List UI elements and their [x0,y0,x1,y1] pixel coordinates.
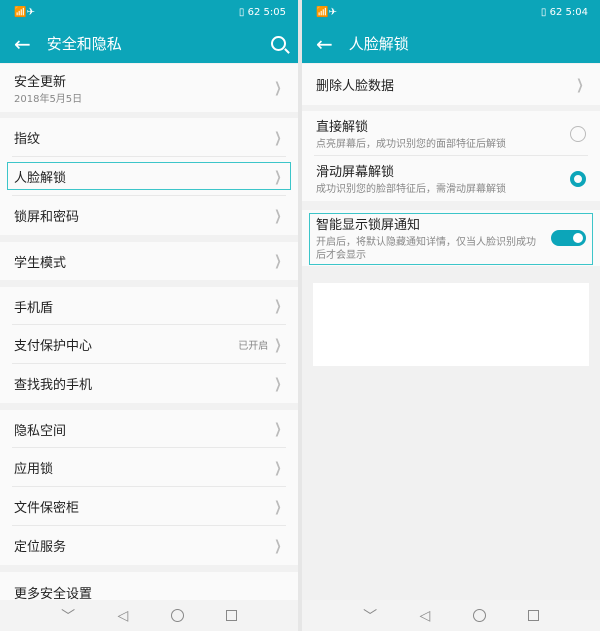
clock: 5:05 [263,6,286,18]
item-label: 文件保密柜 [14,501,80,516]
collapse-icon[interactable]: ﹀ [61,606,75,626]
back-arrow-icon[interactable]: ← [316,34,333,54]
chevron-right-icon: ❯ [274,498,282,515]
focus-highlight [309,213,593,265]
recents-icon[interactable] [225,610,237,621]
chevron-right-icon: ❯ [274,421,282,437]
list-item[interactable]: 支付保护中心 已开启 ❯ [0,325,298,364]
item-label: 滑动屏幕解锁 [316,165,395,180]
chevron-right-icon: ❯ [274,298,282,314]
back-nav-icon[interactable]: ◁ [117,608,128,624]
item-value: 已开启 [238,341,269,352]
chevron-right-icon: ❯ [274,253,282,269]
item-label: 指纹 [14,132,41,147]
item-label: 删除人脸数据 [316,79,395,94]
nav-bar: ﹀ ◁ [302,600,600,631]
vibrate-icon: ▯ [540,6,550,18]
chevron-right-icon: ❯ [274,336,282,353]
list-item[interactable]: 查找我的手机 ❯ [0,364,298,403]
nav-bar: ﹀ ◁ [0,600,298,631]
radio-button[interactable] [570,125,586,142]
recents-icon[interactable] [527,610,539,621]
page-title: 人脸解锁 [348,35,409,53]
status-bar: 📶✈ ▯ 62 5:05 [14,4,286,20]
list-item[interactable]: 锁屏和密码 ❯ [0,196,298,235]
wifi-icon: 📶✈ [14,6,35,18]
home-icon[interactable] [472,609,486,622]
radio-button-selected[interactable] [570,170,586,187]
item-sub: 点亮屏幕后，成功识别您的面部特征后解锁 [316,139,506,150]
list-item[interactable]: 定位服务 ❯ [0,526,298,565]
back-nav-icon[interactable]: ◁ [419,608,430,624]
security-privacy-screen: 📶✈ ▯ 62 5:05 ← 安全和隐私 安全更新 2018年5月5日 ❯ 指纹 ❯ 人脸解锁… [0,0,298,631]
list-item[interactable]: 应用锁 ❯ [0,448,298,487]
focus-highlight [7,162,291,190]
delete-face-data[interactable]: 删除人脸数据 ❯ [302,64,600,105]
vibrate-icon: ▯ [238,6,248,18]
app-bar: 📶✈ ▯ 62 5:05 ← 安全和隐私 [0,0,298,63]
item-label: 学生模式 [14,255,67,271]
item-label: 支付保护中心 [14,339,93,354]
chevron-right-icon: ❯ [274,207,282,224]
item-sub: 成功识别您的脸部特征后，需滑动屏幕解锁 [316,184,506,195]
list-item[interactable]: 指纹 ❯ [0,118,298,157]
item-label: 锁屏和密码 [14,210,80,225]
battery-level: 62 [549,6,563,18]
chevron-right-icon: ❯ [274,80,282,96]
wifi-icon: 📶✈ [316,6,337,18]
status-bar: 📶✈ ▯ 62 5:04 [316,4,588,20]
option-direct-unlock[interactable]: 直接解锁点亮屏幕后，成功识别您的面部特征后解锁 [302,111,600,156]
list-item[interactable]: 手机盾 ❯ [0,287,298,325]
item-sub: 2018年5月5日 [14,93,83,105]
item-label: 应用锁 [14,462,54,477]
app-bar: 📶✈ ▯ 62 5:04 ← 人脸解锁 [302,0,600,63]
chevron-right-icon: ❯ [274,129,282,146]
list-item[interactable]: 学生模式 ❯ [0,242,298,280]
item-label: 查找我的手机 [14,378,93,393]
list-item[interactable]: 安全更新 2018年5月5日 ❯ [0,64,298,112]
collapse-icon[interactable]: ﹀ [363,606,377,626]
home-icon[interactable] [170,609,184,622]
page-title: 安全和隐私 [46,35,122,53]
item-label: 更多安全设置 [14,586,93,602]
chevron-right-icon: ❯ [274,459,282,476]
battery-level: 62 [247,6,261,18]
clock: 5:04 [565,6,588,18]
chevron-right-icon: ❯ [274,537,282,554]
item-label: 手机盾 [14,300,54,316]
blank-card [313,283,589,366]
search-icon[interactable] [271,36,286,51]
list-item[interactable]: 隐私空间 ❯ [0,410,298,448]
list-item[interactable]: 文件保密柜 ❯ [0,487,298,526]
face-unlock-screen: 📶✈ ▯ 62 5:04 ← 人脸解锁 删除人脸数据 ❯ 直接解锁点亮屏幕后，成功识别… [302,0,600,631]
item-label: 隐私空间 [14,423,67,439]
back-arrow-icon[interactable]: ← [14,34,31,54]
item-label: 安全更新 [14,74,67,90]
chevron-right-icon: ❯ [576,76,584,93]
item-label: 定位服务 [14,540,67,555]
option-swipe-unlock[interactable]: 滑动屏幕解锁成功识别您的脸部特征后，需滑动屏幕解锁 [302,156,600,201]
item-label: 直接解锁 [316,120,369,135]
chevron-right-icon: ❯ [274,375,282,392]
